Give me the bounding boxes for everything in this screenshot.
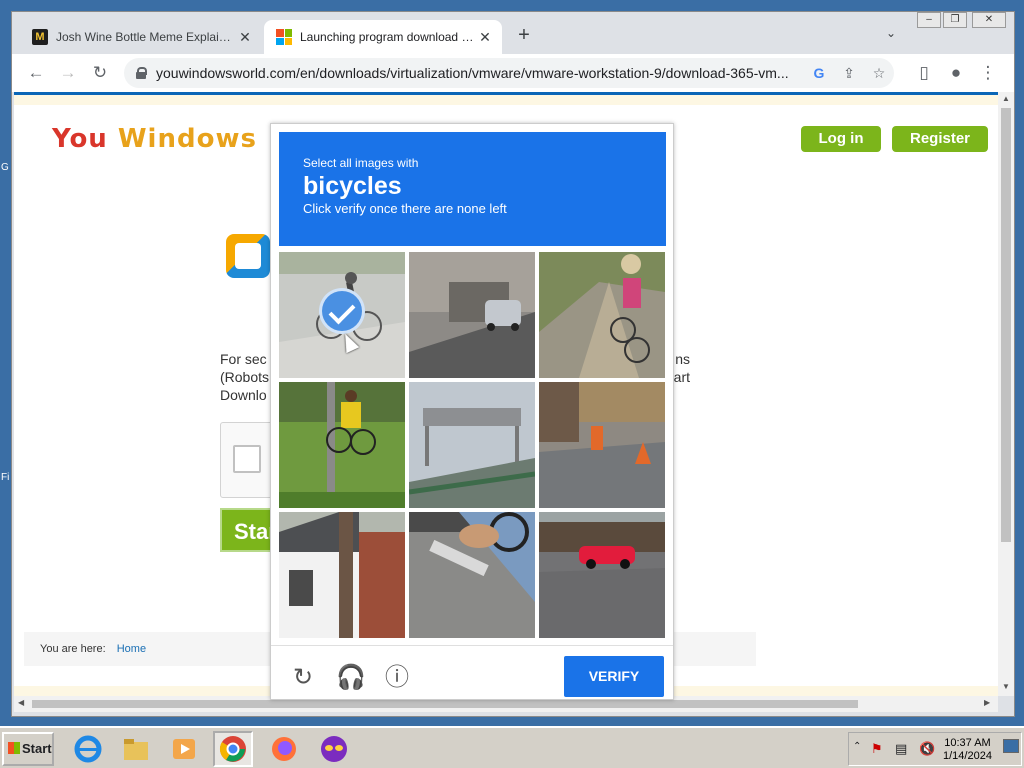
start-label: Start [22,741,52,756]
logo-windows: Windows [117,124,257,154]
scroll-down-arrow-icon[interactable]: ▼ [998,682,1014,691]
tab-strip: M Josh Wine Bottle Meme Explained | ✕ La… [12,12,1014,54]
tile-image [409,382,535,508]
register-button[interactable]: Register [892,126,988,152]
captcha-tile-1[interactable] [279,252,405,378]
tab-title: Launching program download VMwa [300,30,476,44]
close-tab-icon[interactable]: ✕ [476,28,494,46]
menu-kebab-icon[interactable]: ⋮ [975,60,1001,86]
tile-image [539,382,665,508]
tab-josh-wine[interactable]: M Josh Wine Bottle Meme Explained | ✕ [20,20,262,54]
maximize-button[interactable]: ❐ [943,12,967,28]
taskbar: Start ⌃ ⚑ ▤ 🔇 10:37 AM 1/14/2024 [0,726,1024,768]
clock-time: 10:37 AM [944,737,991,749]
url-text: youwindowsworld.com/en/downloads/virtual… [156,65,789,81]
captcha-tile-5[interactable] [409,382,535,508]
site-logo[interactable]: You Windows [52,124,257,154]
forward-arrow-icon[interactable]: → [55,60,81,86]
captcha-tile-8[interactable] [409,512,535,638]
system-tray: ⌃ ⚑ ▤ 🔇 10:37 AM 1/14/2024 [848,732,1022,766]
scroll-up-arrow-icon[interactable]: ▲ [998,94,1014,103]
show-hidden-icons-chevron-icon[interactable]: ⌃ [853,741,861,752]
body-text-left: For sec (Robots Downlo [220,351,270,403]
mask-app-icon[interactable] [314,731,354,767]
clock[interactable]: 10:37 AM 1/14/2024 [943,737,992,763]
captcha-tile-3[interactable] [539,252,665,378]
captcha-instruction-line2: Click verify once there are none left [303,201,507,216]
chrome-icon[interactable] [213,731,253,767]
google-icon[interactable]: G [804,65,834,81]
captcha-challenge-dialog: Select all images with bicycles Click ve… [270,123,674,700]
headphones-audio-icon[interactable]: 🎧 [336,664,366,692]
start-button[interactable]: Start [2,732,54,766]
recaptcha-checkbox[interactable] [233,445,261,473]
vmware-app-icon [226,234,270,278]
captcha-instruction-line1: Select all images with [303,156,419,170]
verify-button[interactable]: VERIFY [564,656,664,697]
network-icon[interactable]: ▤ [895,741,907,757]
captcha-image-grid [279,252,667,640]
minimize-button[interactable]: ‒ [917,12,941,28]
captcha-tile-6[interactable] [539,382,665,508]
body-text-right: ns art [673,351,690,385]
captcha-header: Select all images with bicycles Click ve… [279,132,666,246]
clock-date: 1/14/2024 [943,750,992,762]
close-window-button[interactable]: ✕ [972,12,1006,28]
page-top-band [14,95,998,105]
tile-image [409,512,535,638]
reload-challenge-icon[interactable]: ↻ [289,664,317,692]
windows-flag-icon [8,742,20,754]
new-tab-button[interactable]: + [512,24,536,48]
captcha-tile-7[interactable] [279,512,405,638]
share-icon[interactable]: ⇪ [834,65,864,82]
scroll-left-arrow-icon[interactable]: ◀ [18,698,24,707]
internet-explorer-icon[interactable] [68,731,108,767]
browser-toolbar: ← → ↻ youwindowsworld.com/en/downloads/v… [12,54,1014,92]
breadcrumb-prefix: You are here: [40,643,106,655]
tab-launching-program[interactable]: Launching program download VMwa ✕ [264,20,502,54]
vertical-scroll-thumb[interactable] [1001,108,1011,542]
tile-image [409,252,535,378]
tile-image [539,252,665,378]
login-button[interactable]: Log in [801,126,881,152]
captcha-tile-2[interactable] [409,252,535,378]
tab-title: Josh Wine Bottle Meme Explained | [56,30,236,44]
desktop-label-g: G [1,162,9,173]
captcha-tile-4[interactable] [279,382,405,508]
media-player-icon[interactable] [164,731,204,767]
tile-image [279,512,405,638]
tab-search-chevron-icon[interactable]: ⌄ [886,26,896,40]
breadcrumb-home-link[interactable]: Home [117,643,146,655]
captcha-target-word: bicycles [303,172,402,200]
close-tab-icon[interactable]: ✕ [236,28,254,46]
m-icon: M [32,29,48,45]
address-bar[interactable]: youwindowsworld.com/en/downloads/virtual… [124,58,894,88]
bookmark-star-icon[interactable]: ☆ [864,65,894,82]
profile-avatar-icon[interactable]: ● [943,60,969,86]
side-panel-icon[interactable]: ▯ [911,60,937,86]
firefox-icon[interactable] [264,731,304,767]
volume-muted-icon[interactable]: 🔇 [919,741,935,757]
reload-icon[interactable]: ↻ [87,60,113,86]
show-desktop-icon[interactable] [1003,739,1019,753]
tile-image [539,512,665,638]
captcha-footer: ↻ 🎧 ⓘ VERIFY [271,645,673,701]
vertical-scrollbar[interactable]: ▲ ▼ [998,92,1014,696]
horizontal-scroll-thumb[interactable] [32,700,858,708]
scroll-right-arrow-icon[interactable]: ▶ [984,698,990,707]
captcha-tile-9[interactable] [539,512,665,638]
security-flag-icon[interactable]: ⚑ [871,741,883,757]
windows-icon [276,29,292,45]
logo-you: You [52,124,108,154]
info-icon[interactable]: ⓘ [383,664,411,692]
tile-image [279,382,405,508]
lock-icon [136,67,147,79]
back-arrow-icon[interactable]: ← [23,60,49,86]
selected-check-icon [319,288,365,334]
desktop-label-f: Fi [1,472,10,483]
file-explorer-icon[interactable] [116,731,156,767]
